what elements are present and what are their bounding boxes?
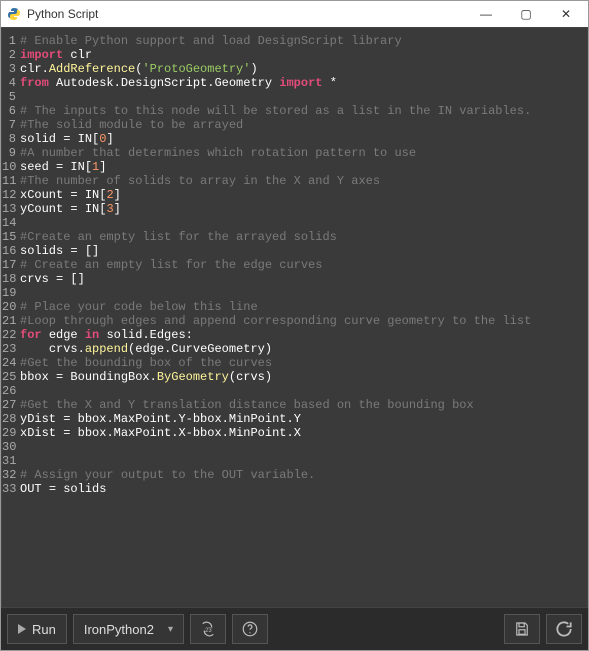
code-line[interactable]: # Assign your output to the OUT variable… bbox=[20, 468, 587, 482]
code-line[interactable]: solids = [] bbox=[20, 244, 587, 258]
play-icon bbox=[18, 624, 26, 634]
code-area[interactable]: # Enable Python support and load DesignS… bbox=[20, 34, 587, 607]
code-line[interactable] bbox=[20, 90, 587, 104]
line-number: 2 bbox=[2, 48, 16, 62]
line-number: 6 bbox=[2, 104, 16, 118]
line-number: 19 bbox=[2, 286, 16, 300]
revert-icon bbox=[554, 619, 574, 639]
help-button[interactable] bbox=[232, 614, 268, 644]
line-number: 4 bbox=[2, 76, 16, 90]
line-number: 13 bbox=[2, 202, 16, 216]
code-line[interactable]: yDist = bbox.MaxPoint.Y-bbox.MinPoint.Y bbox=[20, 412, 587, 426]
close-button[interactable]: ✕ bbox=[546, 2, 586, 26]
line-number: 1 bbox=[2, 34, 16, 48]
line-number: 24 bbox=[2, 356, 16, 370]
maximize-button[interactable]: ▢ bbox=[506, 2, 546, 26]
code-line[interactable]: # Enable Python support and load DesignS… bbox=[20, 34, 587, 48]
code-line[interactable]: clr.AddReference('ProtoGeometry') bbox=[20, 62, 587, 76]
migrate-icon: 2̇3 bbox=[199, 620, 217, 638]
line-number: 23 bbox=[2, 342, 16, 356]
code-line[interactable]: xDist = bbox.MaxPoint.X-bbox.MinPoint.X bbox=[20, 426, 587, 440]
line-number: 15 bbox=[2, 230, 16, 244]
code-editor[interactable]: 1234567891011121314151617181920212223242… bbox=[1, 27, 588, 608]
code-line[interactable]: #A number that determines which rotation… bbox=[20, 146, 587, 160]
code-line[interactable] bbox=[20, 286, 587, 300]
engine-dropdown[interactable]: IronPython2 ▾ bbox=[73, 614, 184, 644]
code-line[interactable]: yCount = IN[3] bbox=[20, 202, 587, 216]
code-line[interactable]: #Create an empty list for the arrayed so… bbox=[20, 230, 587, 244]
line-number: 18 bbox=[2, 272, 16, 286]
line-number: 31 bbox=[2, 454, 16, 468]
migrate-button[interactable]: 2̇3 bbox=[190, 614, 226, 644]
line-number: 22 bbox=[2, 328, 16, 342]
code-line[interactable]: bbox = BoundingBox.ByGeometry(crvs) bbox=[20, 370, 587, 384]
revert-button[interactable] bbox=[546, 614, 582, 644]
chevron-down-icon: ▾ bbox=[168, 624, 173, 635]
code-line[interactable]: #Get the bounding box of the curves bbox=[20, 356, 587, 370]
code-line[interactable] bbox=[20, 440, 587, 454]
window-title: Python Script bbox=[27, 7, 466, 21]
code-line[interactable]: seed = IN[1] bbox=[20, 160, 587, 174]
code-line[interactable]: #The solid module to be arrayed bbox=[20, 118, 587, 132]
minimize-button[interactable]: — bbox=[466, 2, 506, 26]
line-number: 32 bbox=[2, 468, 16, 482]
code-line[interactable]: #Get the X and Y translation distance ba… bbox=[20, 398, 587, 412]
line-number: 30 bbox=[2, 440, 16, 454]
code-line[interactable]: crvs = [] bbox=[20, 272, 587, 286]
line-number: 20 bbox=[2, 300, 16, 314]
line-number: 25 bbox=[2, 370, 16, 384]
code-line[interactable]: xCount = IN[2] bbox=[20, 188, 587, 202]
help-icon bbox=[241, 620, 259, 638]
titlebar: Python Script — ▢ ✕ bbox=[1, 1, 588, 27]
code-line[interactable] bbox=[20, 384, 587, 398]
line-number: 5 bbox=[2, 90, 16, 104]
code-line[interactable]: for edge in solid.Edges: bbox=[20, 328, 587, 342]
line-number: 3 bbox=[2, 62, 16, 76]
run-button[interactable]: Run bbox=[7, 614, 67, 644]
code-line[interactable]: from Autodesk.DesignScript.Geometry impo… bbox=[20, 76, 587, 90]
line-number: 12 bbox=[2, 188, 16, 202]
line-number: 9 bbox=[2, 146, 16, 160]
line-number: 17 bbox=[2, 258, 16, 272]
code-line[interactable] bbox=[20, 454, 587, 468]
save-button[interactable] bbox=[504, 614, 540, 644]
engine-selected: IronPython2 bbox=[84, 622, 154, 637]
code-line[interactable]: import clr bbox=[20, 48, 587, 62]
code-line[interactable]: OUT = solids bbox=[20, 482, 587, 496]
line-number: 26 bbox=[2, 384, 16, 398]
line-number: 10 bbox=[2, 160, 16, 174]
line-number: 14 bbox=[2, 216, 16, 230]
line-number: 21 bbox=[2, 314, 16, 328]
save-icon bbox=[513, 620, 531, 638]
svg-text:2̇3: 2̇3 bbox=[205, 628, 212, 634]
line-number: 28 bbox=[2, 412, 16, 426]
line-number: 29 bbox=[2, 426, 16, 440]
line-number: 7 bbox=[2, 118, 16, 132]
line-number: 33 bbox=[2, 482, 16, 496]
code-line[interactable]: #The number of solids to array in the X … bbox=[20, 174, 587, 188]
code-line[interactable]: # The inputs to this node will be stored… bbox=[20, 104, 587, 118]
line-number: 8 bbox=[2, 132, 16, 146]
code-line[interactable]: #Loop through edges and append correspon… bbox=[20, 314, 587, 328]
footer-toolbar: Run IronPython2 ▾ 2̇3 bbox=[1, 608, 588, 650]
app-icon bbox=[7, 7, 21, 21]
line-number: 11 bbox=[2, 174, 16, 188]
code-line[interactable]: solid = IN[0] bbox=[20, 132, 587, 146]
line-number-gutter: 1234567891011121314151617181920212223242… bbox=[2, 34, 20, 607]
code-line[interactable]: crvs.append(edge.CurveGeometry) bbox=[20, 342, 587, 356]
code-line[interactable]: # Place your code below this line bbox=[20, 300, 587, 314]
line-number: 16 bbox=[2, 244, 16, 258]
line-number: 27 bbox=[2, 398, 16, 412]
code-line[interactable]: # Create an empty list for the edge curv… bbox=[20, 258, 587, 272]
python-script-window: Python Script — ▢ ✕ 12345678910111213141… bbox=[0, 0, 589, 651]
run-label: Run bbox=[32, 622, 56, 637]
code-line[interactable] bbox=[20, 216, 587, 230]
